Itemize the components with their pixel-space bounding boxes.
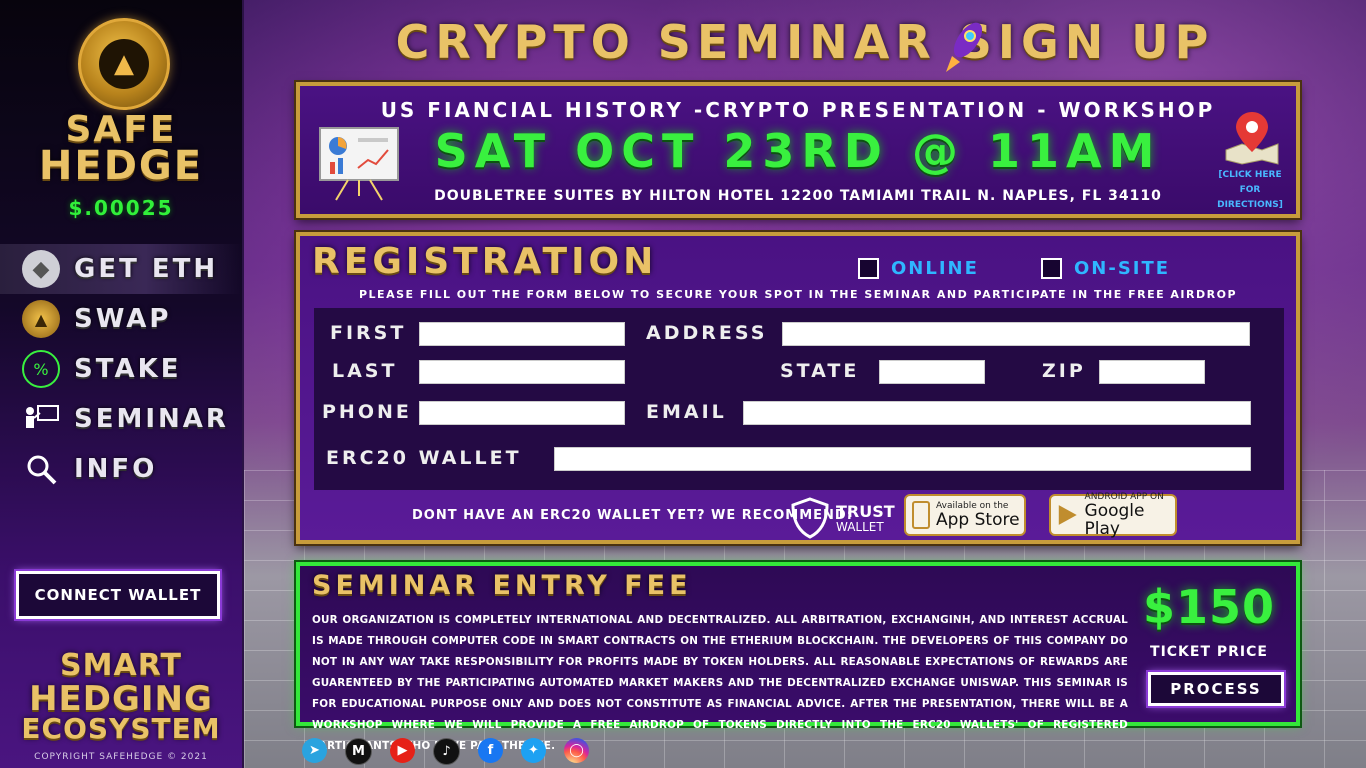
zip-label: ZIP	[1042, 360, 1086, 382]
connect-wallet-button[interactable]: CONNECT WALLET	[14, 569, 222, 621]
magnifier-icon	[22, 450, 60, 488]
social-links: ➤ M ▶ ♪ f ✦ ◯	[302, 738, 589, 765]
youtube-icon[interactable]: ▶	[390, 738, 415, 763]
nav-item-get-eth[interactable]: ◆ GET ETH	[0, 244, 242, 294]
event-subtitle: US FIANCIAL HISTORY -CRYPTO PRESENTATION…	[380, 98, 1216, 122]
first-name-label: FIRST	[330, 322, 407, 344]
first-name-field[interactable]	[419, 322, 625, 346]
stake-percent-icon: %	[22, 350, 60, 388]
nav-label: INFO	[74, 454, 158, 484]
tiktok-icon[interactable]: ♪	[433, 738, 460, 765]
facebook-icon[interactable]: f	[478, 738, 503, 763]
sidebar-nav: ◆ GET ETH ▲ SWAP % STAKE SEMINAR INFO	[0, 244, 242, 494]
ethereum-icon: ◆	[22, 250, 60, 288]
nav-label: SEMINAR	[74, 404, 229, 434]
onsite-label: ON-SITE	[1074, 258, 1171, 279]
tagline-smart: SMART	[60, 648, 182, 683]
instagram-icon[interactable]: ◯	[564, 738, 589, 763]
last-name-field[interactable]	[419, 360, 625, 384]
nav-item-swap[interactable]: ▲ SWAP	[0, 294, 242, 344]
registration-form: FIRST ADDRESS LAST STATE ZIP PHONE EMAIL…	[314, 308, 1284, 490]
zip-field[interactable]	[1099, 360, 1205, 384]
trust-wallet-shield-icon	[791, 497, 829, 539]
google-play-button[interactable]: ANDROID APP ON Google Play	[1049, 492, 1177, 539]
token-price: $.00025	[68, 196, 174, 220]
onsite-checkbox[interactable]	[1041, 258, 1062, 279]
registration-panel: REGISTRATION ONLINE ON-SITE PLEASE FILL …	[296, 232, 1300, 544]
trust-wallet-line2: WALLET	[836, 520, 884, 534]
nav-label: GET ETH	[74, 254, 219, 284]
phone-icon	[912, 501, 930, 529]
trust-wallet-link[interactable]: TRUST WALLET	[790, 494, 895, 540]
nav-item-stake[interactable]: % STAKE	[0, 344, 242, 394]
state-field[interactable]	[879, 360, 985, 384]
email-field[interactable]	[743, 401, 1251, 425]
entry-fee-title: SEMINAR ENTRY FEE	[312, 570, 692, 601]
fox-emblem-icon: ▲	[99, 39, 149, 89]
erc20-wallet-label: ERC20 WALLET	[326, 447, 522, 469]
address-field[interactable]	[782, 322, 1250, 346]
app-store-button[interactable]: Available on the App Store	[904, 494, 1026, 536]
map-pin-icon[interactable]	[1222, 110, 1282, 166]
directions-link[interactable]: [CLICK HERE FOR DIRECTIONS]	[1210, 168, 1290, 213]
address-label: ADDRESS	[646, 322, 768, 344]
safehedge-coin-icon: ▲	[22, 300, 60, 338]
state-label: STATE	[780, 360, 860, 382]
nav-label: STAKE	[74, 354, 182, 384]
rocket-icon	[946, 22, 983, 72]
event-date: SAT OCT 23RD @ 11AM	[434, 124, 1162, 178]
page-title: CRYPTO SEMINAR SIGN UP	[395, 15, 1215, 69]
brand-name-line2: HEDGE	[38, 143, 204, 189]
event-address: DOUBLETREE SUITES BY HILTON HOTEL 12200 …	[434, 188, 1162, 204]
online-option[interactable]: ONLINE	[858, 258, 979, 279]
safehedge-logo[interactable]: ▲	[78, 18, 170, 110]
tagline-hedging: HEDGING	[29, 679, 213, 719]
ticket-price-value: $150	[1142, 580, 1276, 634]
registration-title: REGISTRATION	[312, 241, 658, 282]
entry-fee-disclaimer: OUR ORGANIZATION IS COMPLETELY INTERNATI…	[312, 614, 1128, 752]
online-checkbox[interactable]	[858, 258, 879, 279]
registration-instructions: PLEASE FILL OUT THE FORM BELOW TO SECURE…	[358, 288, 1238, 301]
trust-wallet-line1: TRUST	[836, 502, 895, 521]
telegram-icon[interactable]: ➤	[302, 738, 327, 763]
wallet-recommendation: DONT HAVE AN ERC20 WALLET YET? WE RECOMM…	[412, 508, 853, 523]
google-play-large-text: Google Play	[1084, 501, 1145, 539]
ticket-price-label: TICKET PRICE	[1150, 644, 1268, 660]
nav-item-info[interactable]: INFO	[0, 444, 242, 494]
nav-label: SWAP	[74, 304, 172, 334]
online-label: ONLINE	[891, 258, 979, 279]
last-name-label: LAST	[332, 360, 398, 382]
play-triangle-icon	[1058, 505, 1077, 525]
email-label: EMAIL	[646, 401, 727, 423]
phone-label: PHONE	[322, 401, 412, 423]
tagline-ecosystem: ECOSYSTEM	[21, 712, 221, 745]
nav-item-seminar[interactable]: SEMINAR	[0, 394, 242, 444]
directions-link-line1: [CLICK HERE	[1218, 170, 1282, 180]
onsite-option[interactable]: ON-SITE	[1041, 258, 1170, 279]
presentation-icon	[22, 400, 60, 438]
phone-field[interactable]	[419, 401, 625, 425]
directions-link-line2: FOR DIRECTIONS]	[1217, 185, 1283, 210]
event-info-panel: US FIANCIAL HISTORY -CRYPTO PRESENTATION…	[296, 82, 1300, 218]
process-button[interactable]: PROCESS	[1146, 670, 1286, 708]
erc20-wallet-field[interactable]	[554, 447, 1251, 471]
sidebar: ▲ SAFE HEDGE $.00025 ◆ GET ETH ▲ SWAP % …	[0, 0, 244, 768]
copyright: COPYRIGHT SAFEHEDGE © 2021	[34, 752, 208, 762]
app-store-large-text: App Store	[936, 510, 1020, 530]
medium-icon[interactable]: M	[345, 738, 372, 765]
twitter-icon[interactable]: ✦	[521, 738, 546, 763]
entry-fee-panel: SEMINAR ENTRY FEE OUR ORGANIZATION IS CO…	[296, 562, 1300, 752]
main-content: CRYPTO SEMINAR SIGN UP US FIANCIAL HISTO…	[244, 0, 1366, 768]
